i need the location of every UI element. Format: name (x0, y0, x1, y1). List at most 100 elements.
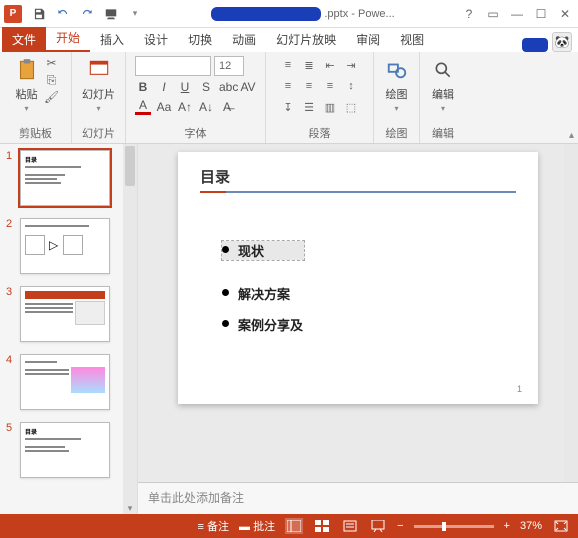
slides-group-label: 幻灯片 (82, 125, 115, 141)
slide-title[interactable]: 目录 (200, 166, 516, 187)
window-controls: ? ▭ — ☐ ✕ (462, 7, 572, 21)
tab-review[interactable]: 审阅 (346, 27, 390, 52)
thumbnail-3[interactable]: 3 (0, 280, 137, 348)
account-avatar[interactable]: 🐼 (552, 32, 572, 52)
thumbnail-4[interactable]: 4 (0, 348, 137, 416)
align-left-icon[interactable]: ≡ (279, 77, 297, 95)
strikethrough-icon[interactable]: S (198, 80, 214, 94)
editing-button[interactable]: 编辑 ▾ (429, 56, 457, 113)
normal-view-icon[interactable] (285, 518, 303, 534)
thumbnail-2[interactable]: 2 ▷ (0, 212, 137, 280)
comments-toggle[interactable]: ▬ 批注 (239, 518, 275, 534)
fit-to-window-icon[interactable] (552, 518, 570, 534)
bullet-item[interactable]: 案例分享及 (222, 315, 516, 334)
title-suffix: .pptx - Powe... (324, 7, 394, 19)
slide-area: 目录 现状 解决方案 案例分享及 1 (138, 144, 578, 482)
paragraph-group-label: 段落 (309, 125, 331, 141)
window-title: .pptx - Powe... (144, 7, 462, 21)
slide-page-number: 1 (517, 384, 522, 394)
slide-thumbnails-pane: 1 目录 2 ▷ 3 4 5 目录 ▴ ▾ (0, 144, 138, 514)
indent-inc-icon[interactable]: ⇥ (342, 56, 360, 74)
drawing-button[interactable]: 绘图 ▾ (383, 56, 411, 113)
thumbnail-5[interactable]: 5 目录 (0, 416, 137, 484)
clear-format-icon[interactable]: A̶ (219, 100, 235, 114)
font-color-icon[interactable]: A (135, 98, 151, 115)
slideshow-icon[interactable] (102, 5, 120, 23)
drawing-label: 绘图 (386, 86, 408, 102)
italic-icon[interactable]: I (156, 80, 172, 94)
bullet-item[interactable]: 现状 (222, 241, 304, 260)
font-name-select[interactable] (135, 56, 211, 76)
font-size-select[interactable]: 12 (214, 56, 244, 76)
zoom-slider[interactable] (414, 525, 494, 528)
qat-dropdown-icon[interactable]: ▾ (126, 5, 144, 23)
minimize-icon[interactable]: — (510, 7, 524, 21)
group-drawing: 绘图 ▾ 绘图 (374, 52, 420, 143)
tab-design[interactable]: 设计 (134, 27, 178, 52)
reading-view-icon[interactable] (341, 518, 359, 534)
line-spacing-icon[interactable]: ↕ (342, 77, 360, 95)
group-editing: 编辑 ▾ 编辑 (420, 52, 466, 143)
ribbon-tabs: 文件 开始 插入 设计 切换 动画 幻灯片放映 审阅 视图 🐼 (0, 28, 578, 52)
format-painter-icon[interactable]: 🖌 (45, 90, 59, 104)
tab-view[interactable]: 视图 (390, 27, 434, 52)
change-case-icon[interactable]: Aa (156, 100, 172, 114)
editing-label: 编辑 (432, 86, 454, 102)
paste-button[interactable]: 粘贴 ▾ (13, 56, 41, 113)
align-right-icon[interactable]: ≡ (321, 77, 339, 95)
indent-dec-icon[interactable]: ⇤ (321, 56, 339, 74)
bold-icon[interactable]: B (135, 80, 151, 94)
zoom-in-icon[interactable]: + (504, 520, 510, 532)
notes-pane[interactable]: 单击此处添加备注 (138, 482, 578, 514)
align-text-icon[interactable]: ☰ (300, 98, 318, 116)
save-icon[interactable] (30, 5, 48, 23)
align-center-icon[interactable]: ≡ (300, 77, 318, 95)
group-slides: 幻灯片 ▾ 幻灯片 (72, 52, 126, 143)
tab-transitions[interactable]: 切换 (178, 27, 222, 52)
maximize-icon[interactable]: ☐ (534, 7, 548, 21)
help-icon[interactable]: ? (462, 7, 476, 21)
collapse-ribbon-icon[interactable]: ▴ (569, 130, 574, 141)
slide-canvas[interactable]: 目录 现状 解决方案 案例分享及 1 (178, 152, 538, 404)
thumb-number: 3 (6, 286, 16, 342)
grow-font-icon[interactable]: A↑ (177, 100, 193, 114)
thumbnails-scrollbar[interactable]: ▴ ▾ (123, 144, 137, 514)
bullet-item[interactable]: 解决方案 (222, 284, 516, 303)
notes-toggle[interactable]: ≡ 备注 (198, 518, 229, 534)
thumb-number: 4 (6, 354, 16, 410)
bullets-icon[interactable]: ≡ (279, 56, 297, 74)
tab-animations[interactable]: 动画 (222, 27, 266, 52)
zoom-out-icon[interactable]: − (397, 520, 403, 532)
underline-icon[interactable]: U (177, 80, 193, 94)
new-slide-button[interactable]: 幻灯片 ▾ (82, 56, 115, 113)
shadow-icon[interactable]: abc (219, 80, 235, 94)
status-bar: ≡ 备注 ▬ 批注 − + 37% (0, 514, 578, 538)
shrink-font-icon[interactable]: A↓ (198, 100, 214, 114)
thumbnail-1[interactable]: 1 目录 (0, 144, 137, 212)
slideshow-view-icon[interactable] (369, 518, 387, 534)
text-direction-icon[interactable]: ↧ (279, 98, 297, 116)
tab-file[interactable]: 文件 (2, 27, 46, 52)
numbering-icon[interactable]: ≣ (300, 56, 318, 74)
zoom-level[interactable]: 37% (520, 520, 542, 532)
copy-icon[interactable]: ⎘ (45, 73, 59, 87)
close-icon[interactable]: ✕ (558, 7, 572, 21)
redo-icon[interactable] (78, 5, 96, 23)
ribbon-display-icon[interactable]: ▭ (486, 7, 500, 21)
tab-slideshow[interactable]: 幻灯片放映 (266, 27, 346, 52)
font-group-label: 字体 (185, 125, 207, 141)
thumb-number: 1 (6, 150, 16, 206)
quick-access-toolbar: ▾ (30, 5, 144, 23)
editor-scrollbar[interactable] (564, 144, 578, 482)
smartart-icon[interactable]: ⬚ (342, 98, 360, 116)
slide-bullets[interactable]: 现状 解决方案 案例分享及 (222, 229, 516, 334)
paste-label: 粘贴 (16, 86, 38, 102)
sorter-view-icon[interactable] (313, 518, 331, 534)
undo-icon[interactable] (54, 5, 72, 23)
cut-icon[interactable]: ✂ (45, 56, 59, 70)
spacing-icon[interactable]: AV (240, 80, 256, 94)
tab-home[interactable]: 开始 (46, 25, 90, 52)
redacted-user (522, 38, 548, 52)
tab-insert[interactable]: 插入 (90, 27, 134, 52)
columns-icon[interactable]: ▥ (321, 98, 339, 116)
